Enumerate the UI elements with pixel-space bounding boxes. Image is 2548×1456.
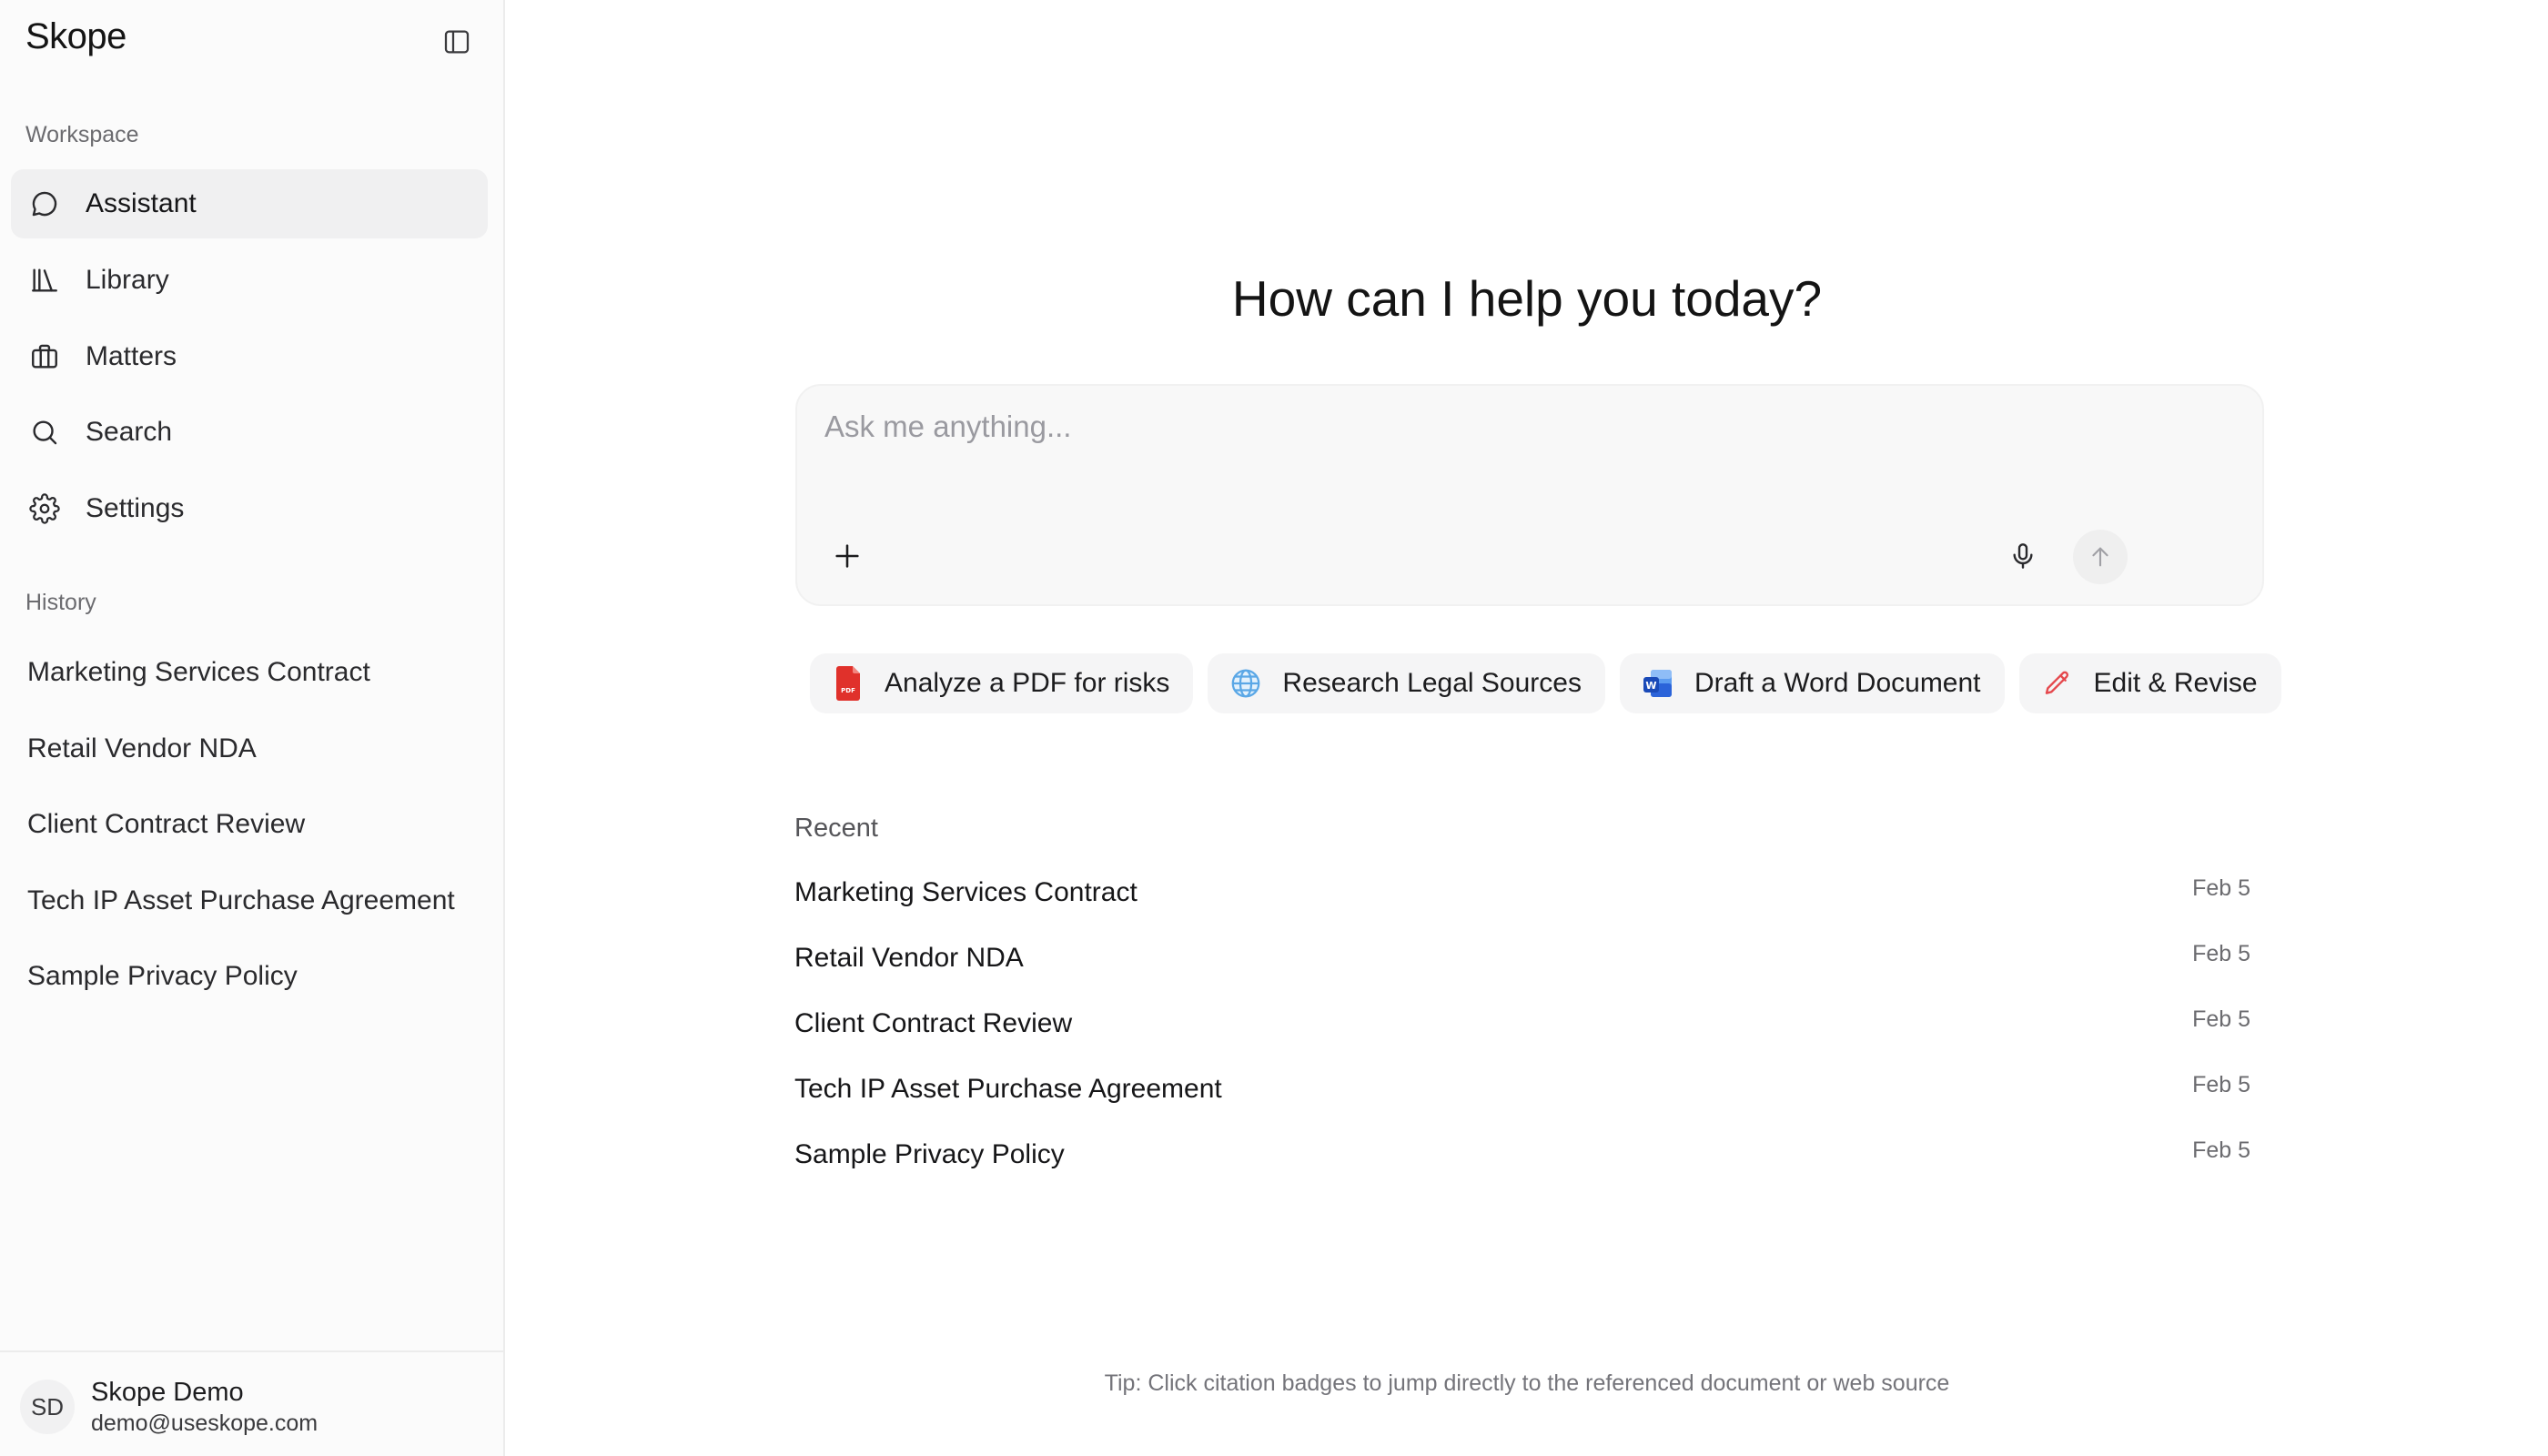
chip-edit-revise[interactable]: Edit & Revise (2018, 653, 2281, 713)
word-doc-icon: W (1642, 665, 1674, 702)
sidebar-item-label: Library (86, 265, 169, 295)
voice-input-button[interactable] (2000, 533, 2046, 579)
sidebar: Skope Workspace Assistant Library Matter… (0, 0, 505, 1456)
svg-text:PDF: PDF (841, 687, 855, 694)
suggestion-chips: PDF Analyze a PDF for risks Research Leg… (810, 653, 2281, 715)
library-icon (27, 263, 62, 298)
recent-item-date: Feb 5 (2192, 875, 2250, 901)
history-item[interactable]: Sample Privacy Policy (27, 961, 298, 992)
main-content: How can I help you today? PDF Analyze a … (506, 0, 2548, 1456)
recent-list: Marketing Services Contract Feb 5 Retail… (794, 863, 2250, 1190)
recent-item[interactable]: Marketing Services Contract Feb 5 (794, 863, 2250, 928)
chip-analyze-pdf[interactable]: PDF Analyze a PDF for risks (810, 653, 1194, 713)
attach-button[interactable] (824, 533, 870, 579)
history-item[interactable]: Tech IP Asset Purchase Agreement (27, 885, 455, 916)
user-profile[interactable]: SD Skope Demo demo@useskope.com (0, 1350, 503, 1456)
briefcase-icon (27, 339, 62, 374)
globe-icon (1229, 665, 1262, 702)
recent-item-title: Retail Vendor NDA (794, 943, 1024, 973)
chip-label: Draft a Word Document (1694, 668, 1981, 698)
recent-item-date: Feb 5 (2192, 1006, 2250, 1032)
chip-draft-word[interactable]: W Draft a Word Document (1619, 653, 2005, 713)
recent-item[interactable]: Sample Privacy Policy Feb 5 (794, 1125, 2250, 1190)
sidebar-item-assistant[interactable]: Assistant (11, 169, 488, 238)
history-item[interactable]: Client Contract Review (27, 809, 305, 840)
chat-input[interactable] (824, 410, 2226, 482)
chip-label: Research Legal Sources (1282, 668, 1582, 698)
pencil-icon (2041, 665, 2074, 702)
recent-item[interactable]: Client Contract Review Feb 5 (794, 994, 2250, 1059)
history-item[interactable]: Retail Vendor NDA (27, 733, 257, 764)
chat-composer (795, 384, 2264, 606)
recent-item-title: Sample Privacy Policy (794, 1139, 1065, 1169)
avatar: SD (20, 1380, 75, 1434)
microphone-icon (2013, 543, 2033, 569)
recent-label: Recent (794, 814, 878, 843)
recent-item-date: Feb 5 (2192, 1072, 2250, 1097)
page-title: How can I help you today? (1231, 270, 1823, 327)
recent-item[interactable]: Retail Vendor NDA Feb 5 (794, 928, 2250, 994)
history-item[interactable]: Marketing Services Contract (27, 657, 370, 688)
chip-label: Edit & Revise (2093, 668, 2258, 698)
chip-label: Analyze a PDF for risks (885, 668, 1170, 698)
sidebar-item-label: Assistant (86, 188, 197, 218)
recent-item-title: Client Contract Review (794, 1008, 1073, 1038)
gear-icon (27, 491, 62, 526)
sidebar-item-matters[interactable]: Matters (11, 322, 488, 391)
svg-text:W: W (1645, 680, 1656, 692)
chat-bubble-icon (27, 187, 62, 221)
user-name: Skope Demo (91, 1378, 244, 1407)
search-icon (27, 415, 62, 450)
plus-icon (835, 544, 859, 568)
sidebar-toggle-icon (444, 30, 470, 54)
sidebar-item-label: Settings (86, 493, 185, 523)
recent-item-date: Feb 5 (2192, 941, 2250, 966)
recent-item-date: Feb 5 (2192, 1138, 2250, 1163)
history-label: History (25, 590, 96, 615)
sidebar-item-library[interactable]: Library (11, 246, 488, 315)
sidebar-item-settings[interactable]: Settings (11, 474, 488, 543)
recent-item[interactable]: Tech IP Asset Purchase Agreement Feb 5 (794, 1059, 2250, 1125)
send-button[interactable] (2073, 530, 2128, 584)
sidebar-item-label: Matters (86, 341, 177, 371)
arrow-up-icon (2092, 547, 2108, 567)
user-email: demo@useskope.com (91, 1410, 318, 1436)
pdf-file-icon: PDF (832, 665, 864, 702)
recent-item-title: Marketing Services Contract (794, 877, 1138, 907)
sidebar-item-label: Search (86, 417, 173, 447)
sidebar-item-search[interactable]: Search (11, 398, 488, 467)
chip-research-legal[interactable]: Research Legal Sources (1208, 653, 1605, 713)
recent-item-title: Tech IP Asset Purchase Agreement (794, 1074, 1222, 1104)
sidebar-toggle-button[interactable] (439, 24, 475, 60)
tip-text: Tip: Click citation badges to jump direc… (1104, 1370, 1950, 1396)
app-logo: Skope (25, 16, 126, 56)
workspace-label: Workspace (25, 122, 139, 147)
